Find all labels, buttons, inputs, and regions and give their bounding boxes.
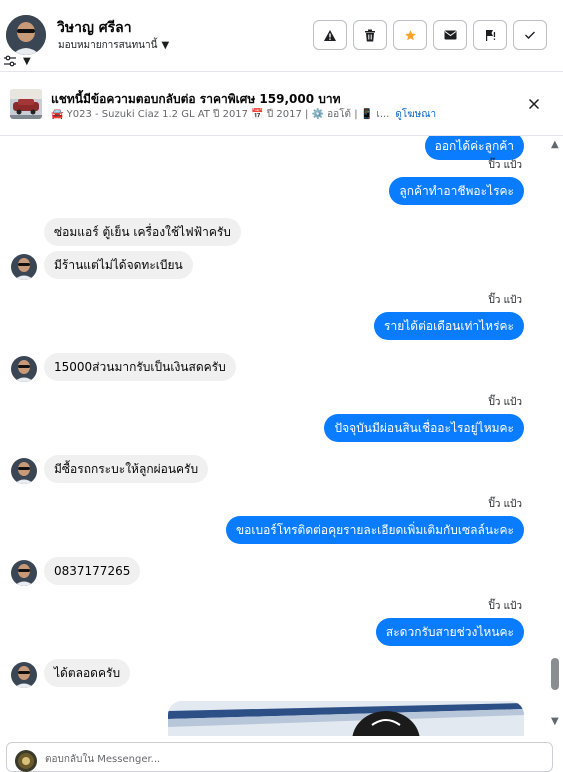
message-bubble[interactable]: 15000ส่วนมากรับเป็นเงินสดครับ [44,353,236,381]
seen-indicator: ปิ๊ว แป้ว [488,160,522,171]
message-bubble[interactable]: สะดวกรับสายช่วงไหนคะ [375,618,524,646]
message-bubble[interactable]: ขอเบอร์โทรติดต่อคุยรายละเอียดเพิ่มเติมกั… [225,516,524,544]
contact-avatar[interactable] [11,458,37,484]
message-outgoing: สะดวกรับสายช่วงไหนคะ [375,618,524,646]
envelope-icon [444,30,456,40]
message-incoming: 0837177265 [44,557,141,585]
message-outgoing: ปัจจุบันมีผ่อนสินเชื่ออะไรอยู่ไหมคะ [324,414,524,442]
conversation-header: วิษาญ ศรีลา มอบหมายการสนทนานี้ ▼ ▼ [0,0,563,72]
contact-avatar[interactable] [6,15,46,55]
done-button[interactable] [513,20,547,50]
message-outgoing: ขอเบอร์โทรติดต่อคุยรายละเอียดเพิ่มเติมกั… [225,516,524,544]
ad-details: 🚘 Y023 - Suzuki Ciaz 1.2 GL AT ปี 2017 📅… [51,107,436,122]
message-bubble[interactable]: ปัจจุบันมีผ่อนสินเชื่ออะไรอยู่ไหมคะ [324,414,524,442]
delete-button[interactable] [353,20,387,50]
message-incoming: มีซื้อรถกระบะให้ลูกผ่อนครับ [44,455,209,483]
unread-button[interactable] [433,20,467,50]
contact-avatar[interactable] [11,356,37,382]
reply-input[interactable] [45,749,535,769]
message-bubble[interactable]: มีซื้อรถกระบะให้ลูกผ่อนครับ [44,455,209,483]
ad-thumbnail[interactable] [10,89,42,119]
assign-label: มอบหมายการสนทนานี้ [58,40,158,51]
reply-composer[interactable] [6,742,553,772]
message-outgoing: ออกได้ค่ะลูกค้า [424,136,524,160]
assign-conversation-dropdown[interactable]: มอบหมายการสนทนานี้ ▼ [58,38,169,53]
seen-indicator: ปิ๊ว แป้ว [488,295,522,306]
message-bubble[interactable]: ได้ตลอดครับ [44,659,131,687]
message-bubble[interactable]: ซ่อมแอร์ ตู้เย็น เครื่องใช้ไฟฟ้าครับ [44,218,241,246]
ad-details-text: 🚘 Y023 - Suzuki Ciaz 1.2 GL AT ปี 2017 📅… [51,109,390,120]
scroll-up-arrow-icon[interactable]: ▲ [551,139,559,150]
contact-avatar[interactable] [11,560,37,586]
page-avatar [15,750,37,772]
trash-icon [365,29,375,41]
warning-icon [324,29,336,41]
scroll-thumb[interactable] [551,658,559,690]
check-icon [525,31,535,39]
close-icon[interactable] [526,96,542,112]
message-bubble[interactable]: ลูกค้าทำอาชีพอะไรคะ [389,177,524,205]
message-incoming: 15000ส่วนมากรับเป็นเงินสดครับ [44,353,236,381]
flag-spam-icon [486,29,496,41]
message-incoming: ได้ตลอดครับ [44,659,131,687]
chevron-down-icon: ▼ [161,40,170,51]
message-bubble[interactable]: ออกได้ค่ะลูกค้า [424,136,524,160]
chevron-down-icon: ▼ [23,56,31,67]
message-bubble[interactable]: รายได้ต่อเดือนเท่าไหร่คะ [374,312,524,340]
contact-avatar[interactable] [11,662,37,688]
scroll-down-arrow-icon[interactable]: ▼ [551,716,559,727]
message-incoming: ซ่อมแอร์ ตู้เย็น เครื่องใช้ไฟฟ้าครับ [44,218,241,246]
image-attachment[interactable] [168,701,524,736]
spam-button[interactable] [473,20,507,50]
star-icon [404,29,416,40]
contact-avatar[interactable] [11,254,37,280]
ad-context-banner: แชทนี้มีข้อความตอบกลับต่อ ราคาพิเศษ 159,… [0,72,563,136]
conversation-actions [313,20,547,50]
seen-indicator: ปิ๊ว แป้ว [488,601,522,612]
view-ad-link[interactable]: ดูโฆษณา [395,109,436,120]
filter-menu[interactable]: ▼ [3,52,31,71]
thread-scrollbar[interactable]: ▲ ▼ [548,136,563,736]
message-thread[interactable]: ออกได้ค่ะลูกค้า ปิ๊ว แป้ว ลูกค้าทำอาชีพอ… [0,136,548,736]
message-bubble[interactable]: 0837177265 [44,557,141,585]
contact-name: วิษาญ ศรีลา [57,20,132,36]
sliders-icon [3,52,17,71]
seen-indicator: ปิ๊ว แป้ว [488,397,522,408]
message-outgoing: รายได้ต่อเดือนเท่าไหร่คะ [374,312,524,340]
report-button[interactable] [313,20,347,50]
message-incoming: มีร้านแต่ไม่ได้จดทะเบียน [44,251,193,279]
message-outgoing: ลูกค้าทำอาชีพอะไรคะ [389,177,524,205]
message-bubble[interactable]: มีร้านแต่ไม่ได้จดทะเบียน [44,251,193,279]
star-button[interactable] [393,20,427,50]
seen-indicator: ปิ๊ว แป้ว [488,499,522,510]
